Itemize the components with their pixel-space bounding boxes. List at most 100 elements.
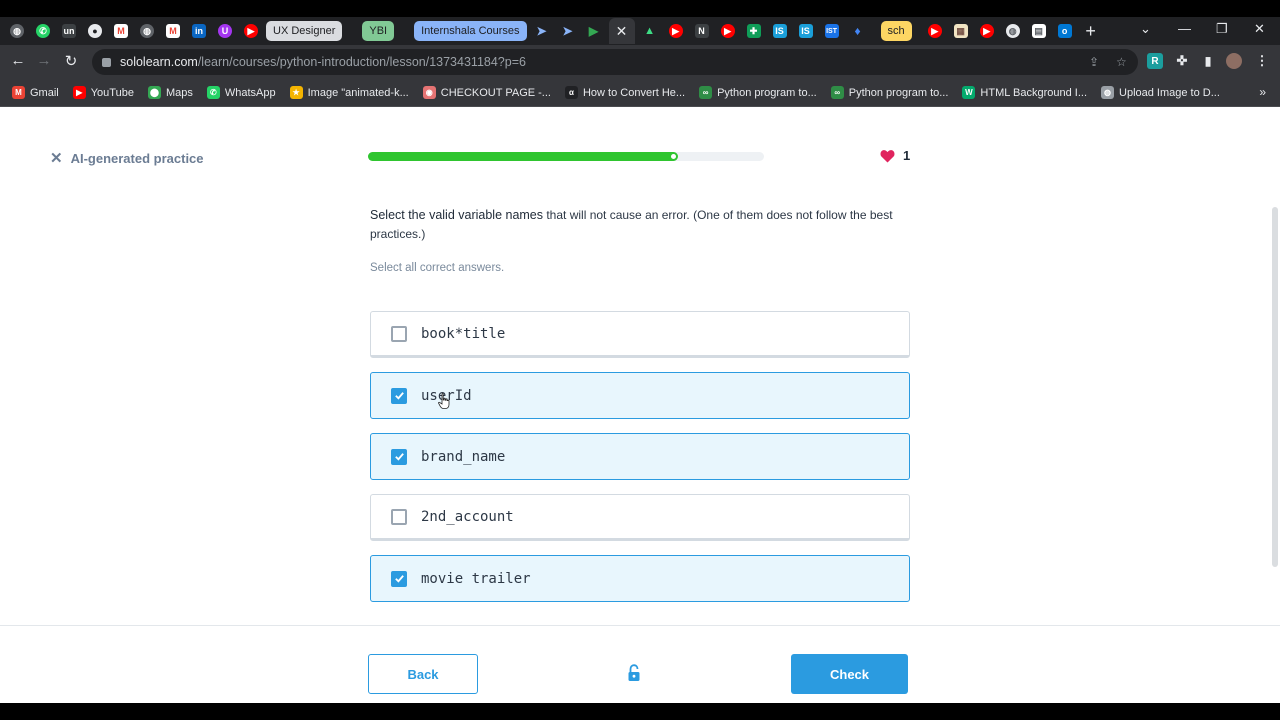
tab-search-chevron-icon[interactable]: ⌄ [1140,21,1151,37]
bookmark-label: Maps [165,86,193,99]
bookmark-label: Python program to... [848,86,949,99]
tab-globe-icon[interactable]: ◍ [1002,20,1024,42]
tab-gmail-icon[interactable]: M [110,20,132,42]
bookmark-label: Image "animated-k... [307,86,409,99]
tab-globe-icon[interactable]: ◍ [136,20,158,42]
share-icon[interactable]: ⇪ [1089,55,1099,69]
tab-ist-icon[interactable]: IST [821,20,843,42]
answer-option[interactable]: movie trailer [370,555,910,602]
practice-title: AI-generated practice [70,150,204,166]
bookmark-item[interactable]: α How to Convert He... [564,86,685,99]
close-practice-button[interactable]: ✕ AI-generated practice [50,149,204,167]
tab-github-icon[interactable]: ● [84,20,106,42]
browser-window: ◍ ✆ un ● M ◍ M in U ▶ UX Designer YBI In… [0,17,1280,703]
bookmark-item[interactable]: ∞ Python program to... [830,86,949,99]
bookmark-item[interactable]: ▶ YouTube [72,86,134,99]
tab-youtube-icon[interactable]: ▶ [717,20,739,42]
tab-pill-1[interactable]: YBI [362,21,395,41]
close-window-icon[interactable]: ✕ [1254,21,1265,37]
bookmark-item[interactable]: ★ Image "animated-k... [289,86,409,99]
bookmark-label: Gmail [30,86,59,99]
tab-pill-0[interactable]: UX Designer [266,21,343,41]
whatsapp-icon: ✆ [206,86,220,99]
tab-youtube-icon[interactable]: ▶ [976,20,998,42]
tab-youtube-icon[interactable]: ▶ [924,20,946,42]
bookmark-item[interactable]: M Gmail [12,86,59,99]
checkbox-checked-icon[interactable] [391,448,407,465]
bookmark-item[interactable]: W HTML Background I... [962,86,1087,99]
bookmark-item[interactable]: ◉ CHECKOUT PAGE -... [422,86,551,99]
tab-send-icon[interactable]: ➤ [531,20,553,42]
answer-option[interactable]: brand_name [370,433,910,480]
heart-icon [880,149,895,163]
browser-menu-icon[interactable]: ⋮ [1254,53,1270,69]
page-scrollbar[interactable] [1272,207,1278,567]
more-bookmarks-icon[interactable]: » [1259,85,1266,99]
back-button[interactable]: Back [368,654,478,694]
tab-is-icon[interactable]: IS [769,20,791,42]
tab-udemy-icon[interactable]: U [214,20,236,42]
tab-gmail-icon[interactable]: M [162,20,184,42]
question-text: Select the valid variable names that wil… [370,206,910,244]
lesson-footer: Back Check [0,625,1280,703]
answer-option[interactable]: book*title [370,311,910,358]
reload-icon[interactable]: ↻ [61,52,81,70]
extension-r-icon[interactable]: R [1147,53,1163,69]
profile-avatar[interactable] [1226,53,1242,69]
tab-doc-icon[interactable]: ▤ [1028,20,1050,42]
maximize-icon[interactable]: ❐ [1216,21,1228,37]
question-bold: Select the valid variable names [370,208,544,222]
checkbox-empty-icon[interactable] [391,508,407,525]
tab-is-icon[interactable]: IS [795,20,817,42]
tab-pill-2[interactable]: Internshala Courses [414,21,527,41]
extensions-puzzle-icon[interactable]: ✜ [1174,53,1190,69]
new-tab-plus-icon[interactable]: + [1080,21,1102,42]
tab-outlook-icon[interactable]: o [1054,20,1076,42]
tab-android-icon[interactable]: ▲ [639,20,661,42]
tab-unstop-icon[interactable]: un [58,20,80,42]
bookmark-item[interactable]: ∞ Python program to... [699,86,817,99]
bookmark-label: Upload Image to D... [1119,86,1220,99]
bookmarks-bar: M Gmail ▶ YouTube ⬤ Maps ✆ WhatsApp ★ Image "anim… [0,79,1280,107]
url-text[interactable]: sololearn.com/learn/courses/python-intro… [120,55,526,69]
checkbox-empty-icon[interactable] [391,325,407,342]
answer-option[interactable]: userId [370,372,910,419]
gmail-icon: M [12,86,25,99]
close-icon[interactable]: ✕ [50,149,63,167]
checkbox-checked-icon[interactable] [391,387,407,404]
bookmark-label: CHECKOUT PAGE -... [440,86,551,99]
unlock-icon[interactable] [626,664,642,682]
forward-arrow-icon[interactable]: → [34,52,54,69]
tab-globe-icon[interactable]: ◍ [6,20,28,42]
tab-play-store-icon[interactable]: ▶ [583,20,605,42]
bookmark-star-icon[interactable]: ☆ [1116,55,1127,69]
progress-bar [368,152,764,161]
bookmark-item[interactable]: ⬤ Maps [147,86,193,99]
tab-notion-icon[interactable]: N [691,20,713,42]
bookmark-item[interactable]: ✆ WhatsApp [206,86,276,99]
checkbox-checked-icon[interactable] [391,570,407,587]
address-bar[interactable]: sololearn.com/learn/courses/python-intro… [92,49,1138,75]
tab-linkedin-icon[interactable]: in [188,20,210,42]
tab-youtube-icon[interactable]: ▶ [240,20,262,42]
answer-option[interactable]: 2nd_account [370,494,910,541]
minimize-icon[interactable]: — [1178,21,1191,36]
back-arrow-icon[interactable]: ← [8,52,28,69]
lesson-page: ✕ AI-generated practice 1 Select the val… [0,107,1280,703]
tab-send-icon[interactable]: ➤ [557,20,579,42]
tab-image-icon[interactable]: ▦ [950,20,972,42]
browser-toolbar: ← → ↻ sololearn.com/learn/courses/python… [0,45,1280,79]
tab-sheets-icon[interactable]: ✚ [743,20,765,42]
tab-youtube-icon[interactable]: ▶ [665,20,687,42]
check-button[interactable]: Check [791,654,908,694]
lock-icon[interactable] [102,57,111,67]
tab-whatsapp-icon[interactable]: ✆ [32,20,54,42]
side-panel-icon[interactable]: ▮ [1200,53,1216,69]
bookmark-item[interactable]: ◍ Upload Image to D... [1101,86,1220,99]
bookmark-label: WhatsApp [224,86,276,99]
gfg-icon: ∞ [699,86,713,99]
tab-pill-3[interactable]: sch [880,21,912,41]
tab-active-close-icon[interactable]: ✕ [608,18,635,44]
option-label: movie trailer [421,570,531,587]
tab-shield-icon[interactable]: ♦ [847,20,869,42]
